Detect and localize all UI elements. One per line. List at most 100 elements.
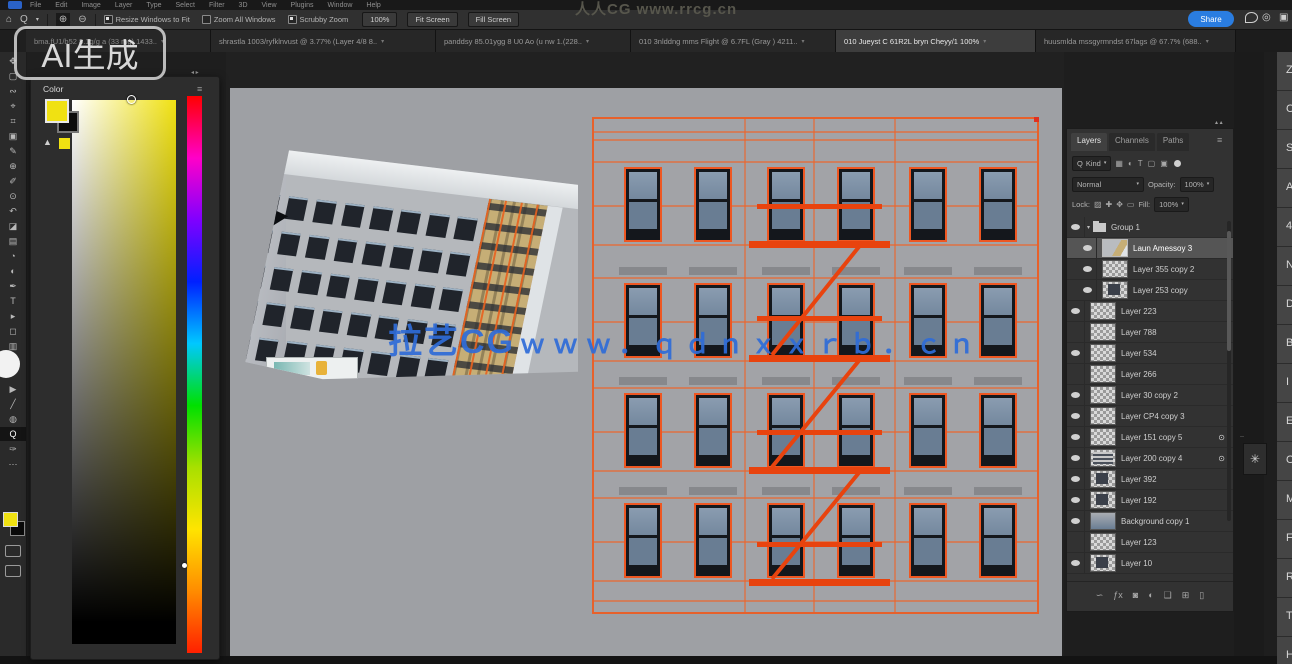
line-tool[interactable]: ╱ — [0, 397, 26, 411]
direct-selection-tool[interactable]: ▶ — [0, 382, 26, 396]
dodge-tool[interactable]: ◐ — [0, 264, 26, 278]
type-tool[interactable]: T — [0, 294, 26, 308]
foreground-color-swatch[interactable] — [3, 512, 18, 527]
collapsed-panel-cell-15[interactable]: H — [1277, 637, 1292, 664]
layer-visibility-toggle[interactable] — [1067, 406, 1085, 426]
collapsed-panel-cell-1[interactable]: C — [1277, 91, 1292, 130]
hue-slider-handle[interactable] — [182, 563, 187, 568]
layer-visibility-toggle[interactable] — [1067, 469, 1085, 489]
history-brush-tool[interactable]: ↶ — [0, 204, 26, 218]
workspace-icon[interactable]: ▣ — [1279, 12, 1288, 23]
layer-row[interactable]: Layer CP4 copy 3 — [1067, 406, 1233, 427]
edit-toolbar-button[interactable]: ⋯ — [0, 457, 26, 471]
layer-row[interactable]: Layer 30 copy 2 — [1067, 385, 1233, 406]
layer-visibility-toggle[interactable] — [1067, 301, 1085, 321]
panel-collapse-icon[interactable]: ▴ ▴ — [1215, 119, 1223, 126]
layer-row[interactable]: Layer 788 — [1067, 322, 1233, 343]
options-button-2[interactable]: Fill Screen — [468, 12, 519, 27]
layer-row[interactable]: Layer 223 — [1067, 301, 1233, 322]
collapsed-panel-cell-3[interactable]: A — [1277, 169, 1292, 208]
collapsed-panel-cell-11[interactable]: M — [1277, 481, 1292, 520]
collapsed-panel-cell-4[interactable]: 4 — [1277, 208, 1292, 247]
layer-visibility-toggle[interactable] — [1067, 385, 1085, 405]
zoom-in-mode-icon[interactable]: ⊕ — [56, 13, 70, 26]
menu-item-image[interactable]: Image — [81, 2, 100, 9]
menu-item-3d[interactable]: 3D — [239, 2, 248, 9]
layer-row[interactable]: Layer 534 — [1067, 343, 1233, 364]
layers-panel-tab-layers[interactable]: Layers — [1071, 133, 1107, 151]
panel-menu-icon[interactable]: ≡ — [197, 84, 202, 94]
pen-tool[interactable]: ✒ — [0, 279, 26, 293]
menu-item-layer[interactable]: Layer — [115, 2, 133, 9]
document-tab-2[interactable]: panddsy 85.01ygg 8 U0 Ao (u nw 1.(228..▾ — [436, 30, 631, 52]
menu-item-plugins[interactable]: Plugins — [291, 2, 314, 9]
document-tab-1[interactable]: shrastla 1003/ryfklnvust @ 3.77% (Layer … — [211, 30, 436, 52]
object-selection-tool[interactable]: ⌖ — [0, 99, 26, 113]
layer-visibility-toggle[interactable] — [1067, 448, 1085, 468]
collapsed-panel-cell-13[interactable]: R — [1277, 559, 1292, 598]
layer-row[interactable]: Layer 151 copy 5⊙ — [1067, 427, 1233, 448]
menu-item-edit[interactable]: Edit — [55, 2, 67, 9]
option-checkbox-2[interactable]: Scrubby Zoom — [288, 15, 349, 24]
filter-pixel-icon[interactable]: ▦ — [1115, 159, 1123, 168]
lock-transparency-icon[interactable]: ▨ — [1094, 200, 1102, 209]
preset-caret-icon[interactable]: ▾ — [36, 16, 39, 23]
layers-panel-tab-paths[interactable]: Paths — [1157, 133, 1189, 151]
saturation-brightness-field[interactable] — [72, 100, 176, 644]
layer-row[interactable]: Laun Amessoy 3 — [1067, 238, 1233, 259]
layer-row[interactable]: Layer 392 — [1067, 469, 1233, 490]
layer-effects-icon[interactable]: ƒx — [1113, 590, 1123, 600]
hue-slider[interactable] — [187, 96, 202, 653]
link-layers-icon[interactable]: ∽ — [1096, 590, 1104, 601]
layer-visibility-toggle[interactable] — [1079, 259, 1097, 279]
layer-visibility-toggle[interactable] — [1067, 490, 1085, 510]
layer-visibility-toggle[interactable] — [1067, 553, 1085, 573]
adjustment-layer-icon[interactable]: ◐ — [1148, 590, 1153, 600]
healing-brush-tool[interactable]: ⊕ — [0, 159, 26, 173]
layer-visibility-toggle[interactable] — [1067, 322, 1085, 342]
collapsed-panel-icon[interactable]: ✳ — [1243, 443, 1267, 475]
opacity-dropdown[interactable]: 100%▾ — [1180, 177, 1215, 192]
layer-visibility-toggle[interactable] — [1067, 511, 1085, 531]
eyedropper-tool[interactable]: ✎ — [0, 144, 26, 158]
share-button[interactable]: Share — [1188, 11, 1234, 27]
layer-row[interactable]: Layer 200 copy 4⊙ — [1067, 448, 1233, 469]
delete-layer-icon[interactable]: ▯ — [1199, 590, 1204, 601]
menu-item-filter[interactable]: Filter — [209, 2, 225, 9]
document-tab-4[interactable]: 010 Jueyst C 61R2L bryn Cheyy/1 100%▾ — [836, 30, 1036, 52]
lasso-tool[interactable]: ∾ — [0, 84, 26, 98]
panel-menu-icon[interactable]: ≡ — [1217, 135, 1222, 145]
filter-adjustment-icon[interactable]: ◐ — [1128, 159, 1133, 168]
blur-tool[interactable]: ◔ — [0, 249, 26, 263]
option-checkbox-0[interactable]: Resize Windows to Fit — [104, 15, 190, 24]
collapsed-panel-cell-0[interactable]: Z — [1277, 52, 1292, 91]
collapsed-panel-cell-6[interactable]: D — [1277, 286, 1292, 325]
collapsed-panel-cell-7[interactable]: B — [1277, 325, 1292, 364]
zoom-tool-preset-icon[interactable]: Q — [20, 14, 28, 25]
blend-mode-dropdown[interactable]: Normal▾ — [1072, 177, 1144, 192]
frame-tool[interactable]: ▣ — [0, 129, 26, 143]
eraser-tool[interactable]: ◪ — [0, 219, 26, 233]
collapsed-panel-cell-2[interactable]: S — [1277, 130, 1292, 169]
layer-visibility-toggle[interactable] — [1067, 427, 1085, 447]
menu-item-help[interactable]: Help — [366, 2, 380, 9]
new-layer-icon[interactable]: ⊞ — [1182, 590, 1190, 601]
smudge-tool[interactable]: ◍ — [0, 412, 26, 426]
menu-item-file[interactable]: File — [30, 2, 41, 9]
zoom-out-mode-icon[interactable]: ⊖ — [78, 14, 86, 25]
collapsed-panel-cell-12[interactable]: F — [1277, 520, 1292, 559]
gamut-warning-swatch[interactable] — [59, 138, 70, 149]
layer-mask-icon[interactable]: ◙ — [1133, 590, 1138, 600]
layer-visibility-toggle[interactable] — [1067, 217, 1085, 237]
lock-pixels-icon[interactable]: ✚ — [1106, 200, 1113, 209]
filter-type-icon[interactable]: T — [1138, 159, 1143, 168]
filter-toggle[interactable] — [1174, 160, 1181, 167]
layers-panel-tab-channels[interactable]: Channels — [1109, 133, 1155, 151]
gamut-warning-icon[interactable]: ▲ — [43, 137, 52, 147]
filter-shape-icon[interactable]: ▢ — [1148, 159, 1156, 168]
lock-position-icon[interactable]: ✥ — [1116, 200, 1123, 209]
layer-row[interactable]: Layer 10 — [1067, 553, 1233, 574]
hand-tool[interactable]: ✑ — [0, 442, 26, 456]
path-selection-tool[interactable]: ▸ — [0, 309, 26, 323]
layer-row[interactable]: Layer 266 — [1067, 364, 1233, 385]
